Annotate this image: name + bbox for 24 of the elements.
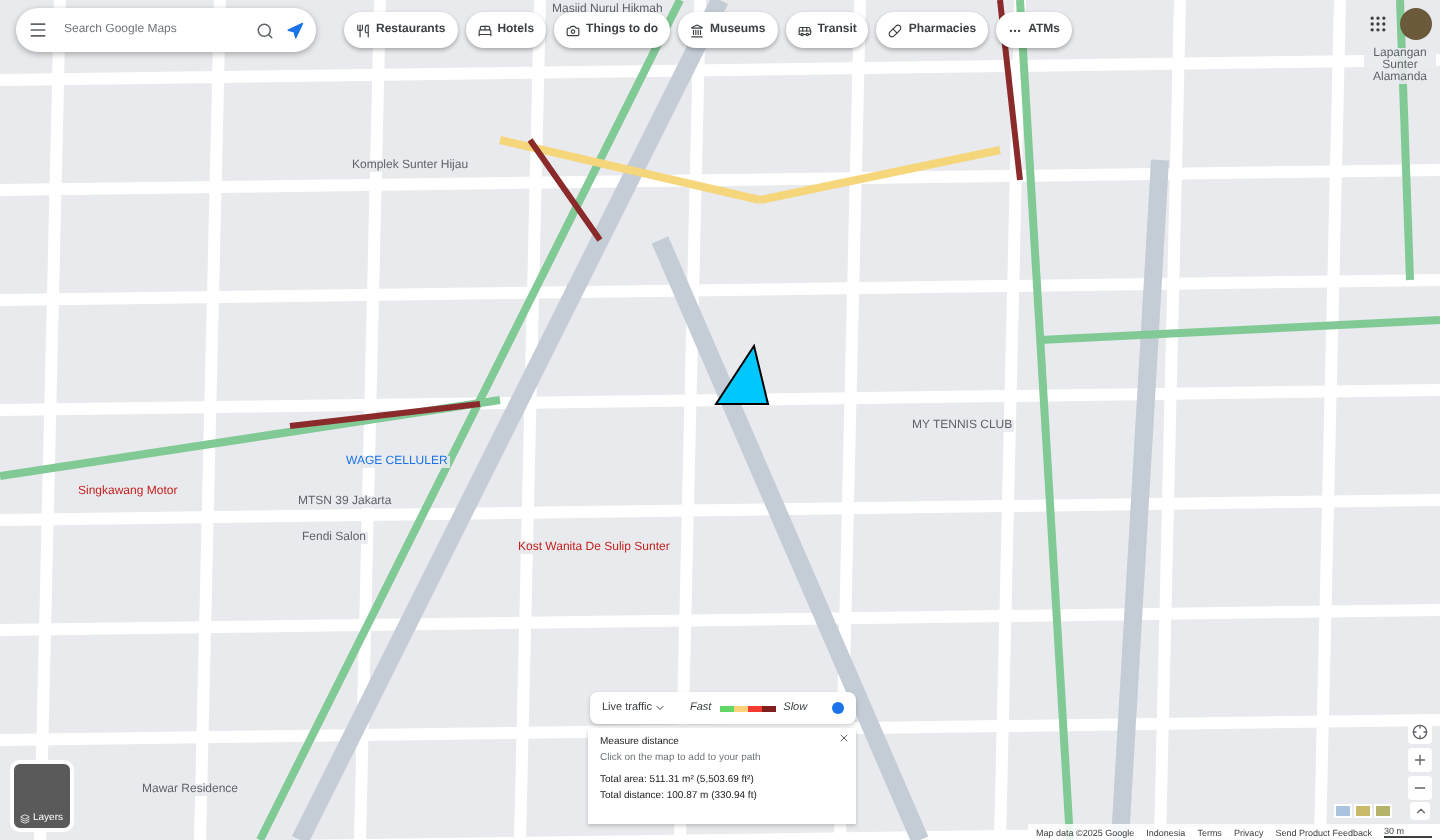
chevron-up-icon bbox=[1413, 804, 1427, 818]
crosshair-icon bbox=[1412, 724, 1428, 740]
menu-icon[interactable] bbox=[28, 20, 48, 40]
pill-icon bbox=[888, 23, 903, 37]
expand-button[interactable] bbox=[1410, 802, 1430, 820]
fork-knife-icon bbox=[356, 23, 370, 37]
traffic-legend bbox=[719, 705, 776, 711]
zoom-out-button[interactable] bbox=[1408, 776, 1432, 800]
caret-icon bbox=[653, 702, 666, 714]
bus-icon bbox=[797, 23, 812, 37]
search-icon[interactable] bbox=[256, 21, 274, 39]
zoom-in-button[interactable] bbox=[1408, 748, 1432, 772]
directions-icon[interactable] bbox=[286, 21, 304, 39]
camera-icon bbox=[566, 23, 581, 37]
location-button[interactable] bbox=[1408, 720, 1432, 744]
landmark-icon bbox=[690, 23, 705, 37]
close-icon[interactable] bbox=[838, 732, 850, 744]
dot-icon bbox=[832, 702, 844, 714]
layers-icon bbox=[20, 814, 31, 824]
measured-area bbox=[714, 343, 770, 405]
avatar[interactable] bbox=[1400, 8, 1432, 40]
apps-icon[interactable] bbox=[1368, 14, 1388, 34]
plus-icon bbox=[1412, 752, 1428, 768]
bed-icon bbox=[477, 23, 492, 37]
